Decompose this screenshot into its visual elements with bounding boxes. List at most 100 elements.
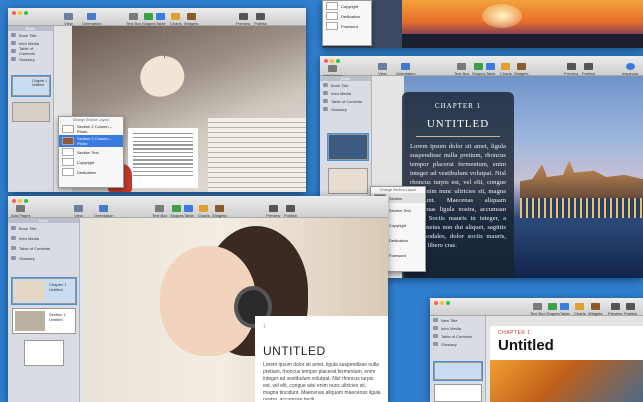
toolbar-button-shapes[interactable]: Shapes (472, 63, 486, 76)
layout-thumbnail (62, 137, 74, 145)
chapter-thumbnail[interactable]: Chapter 1 Untitled (11, 75, 51, 97)
sidebar-item-intro-media[interactable]: Intro Media (320, 89, 371, 97)
popup-item[interactable]: Dedication (323, 11, 371, 21)
toolbar-button-preview[interactable]: Preview (236, 13, 250, 26)
page-body: Lorem ipsum dolor sit amet, ligula suspe… (263, 362, 381, 400)
page-title: UNTITLED (263, 344, 326, 358)
toolbar-button-table[interactable]: Table (486, 63, 496, 76)
toolbar-button-table[interactable]: Table (156, 13, 166, 26)
sidebar-item-toc[interactable]: Table of Contents (430, 332, 485, 340)
toolbar-button-shapes[interactable]: Shapes (142, 13, 156, 26)
chapter-thumbnail[interactable]: Chapter 1 Untitled (11, 277, 77, 305)
chapter-thumbnail[interactable] (433, 361, 483, 381)
sidebar-item-glossary[interactable]: Glossary (8, 55, 53, 63)
toolbar-button-add-pages[interactable]: Add Pages (11, 205, 31, 218)
popup-item[interactable]: Dedication (59, 167, 123, 177)
window-ibooks-author-1: View Orientation Text Box Shapes Table C… (8, 8, 306, 192)
section-thumbnail[interactable] (328, 168, 368, 194)
toolbar-button-shapes[interactable]: Shapes (546, 303, 560, 316)
window-controls (324, 59, 340, 63)
toolbar-button-orientation[interactable]: Orientation (82, 13, 102, 26)
sidebar-item-intro-media[interactable]: Intro Media (430, 324, 485, 332)
chapter-thumbnail[interactable] (327, 133, 369, 161)
toolbar-button-view[interactable]: View (64, 13, 73, 26)
toolbar-button-charts[interactable]: Charts (198, 205, 210, 218)
book-sidebar: Book Book Title Intro Media Table of Con… (8, 218, 80, 402)
glossary-icon (11, 256, 16, 260)
toolbar-button-publish[interactable]: Publish (624, 303, 637, 316)
media-icon (11, 41, 16, 45)
media-icon (433, 326, 438, 330)
popup-item[interactable]: Foreword (323, 21, 371, 31)
toolbar-button-orientation[interactable]: Orientation (396, 63, 416, 76)
sidebar-item-intro-media[interactable]: Intro Media (8, 233, 79, 243)
media-icon (323, 91, 328, 95)
popup-item[interactable]: Section 2 Column – Photo (59, 123, 123, 135)
view-icon (64, 13, 73, 20)
toolbar-button-text-box[interactable]: Text Box (152, 205, 167, 218)
section-thumbnail[interactable] (12, 102, 50, 122)
city-silhouette (402, 34, 643, 48)
sidebar-item-new-title[interactable]: New Title (430, 316, 485, 324)
toolbar-button-text-box[interactable]: Text Box (454, 63, 469, 76)
toolbar-button-view[interactable]: View (378, 63, 387, 76)
toolbar-button-widgets[interactable]: Widgets (514, 63, 528, 76)
toolbar-button-view[interactable]: View (74, 205, 83, 218)
toolbar-button-publish[interactable]: Publish (254, 13, 267, 26)
toolbar-button-publish[interactable]: Publish (284, 205, 297, 218)
sidebar-item-toc[interactable]: Table of Contents (8, 46, 53, 56)
popup-item[interactable]: Copyright (59, 157, 123, 167)
toolbar-button-preview[interactable]: Preview (564, 63, 578, 76)
sidebar-item-toc[interactable]: Table of Contents (320, 97, 371, 105)
media-icon (11, 236, 16, 240)
toolbar-button-charts[interactable]: Charts (170, 13, 182, 26)
sidebar-item-book-title[interactable]: Book Title (320, 81, 371, 89)
preview-icon (610, 303, 620, 310)
page-panel: 1 UNTITLED Lorem ipsum dolor sit amet, l… (255, 316, 388, 402)
toolbar-button-text-box[interactable]: Text Box (530, 303, 545, 316)
section-thumbnail[interactable] (434, 384, 482, 402)
preview-icon (268, 205, 278, 212)
toolbar: Add Pages View Orientation Text Box Shap… (8, 196, 388, 218)
toolbar-button-text-box[interactable]: Text Box (126, 13, 141, 26)
toolbar-button-shapes[interactable]: Shapes (170, 205, 184, 218)
page-thumbnail[interactable] (24, 340, 64, 366)
popup-item-label: Copyright (341, 3, 359, 9)
toolbar: Add Pages View Orientation Text Box Shap… (320, 56, 643, 78)
toolbar-button-table[interactable]: Table (184, 205, 194, 218)
sidebar-item-glossary[interactable]: Glossary (320, 105, 371, 113)
sidebar-item-book-title[interactable]: Book Title (8, 223, 79, 233)
layout-thumbnail (62, 148, 74, 156)
string-line (164, 26, 165, 58)
popup-item-label: Dedication (341, 13, 360, 19)
table-icon (184, 205, 194, 212)
layout-thumbnail (326, 22, 338, 30)
popup-item[interactable]: Copyright (323, 1, 371, 11)
toolbar-button-widgets[interactable]: Widgets (212, 205, 226, 218)
sidebar-item-glossary[interactable]: Glossary (8, 253, 79, 263)
toolbar-button-orientation[interactable]: Orientation (94, 205, 114, 218)
popup-item-selected[interactable]: Section 2 Column – Photo (59, 135, 123, 147)
shapes-icon (172, 205, 182, 212)
popup-item[interactable]: Section Text (59, 147, 123, 157)
toolbar-button-widgets[interactable]: Widgets (184, 13, 198, 26)
toolbar-button-charts[interactable]: Charts (574, 303, 586, 316)
page-text-column (128, 128, 198, 188)
toolbar-button-inspector[interactable]: Inspector (622, 63, 638, 76)
toc-icon (11, 49, 16, 53)
toolbar-button-preview[interactable]: Preview (266, 205, 280, 218)
toolbar-button-publish[interactable]: Publish (582, 63, 595, 76)
section-layout-popup: Copyright Dedication Foreword (322, 0, 372, 46)
toolbar-button-preview[interactable]: Preview (608, 303, 622, 316)
sidebar-item-glossary[interactable]: Glossary (430, 340, 485, 348)
text-box-icon (155, 205, 165, 212)
section-thumbnail[interactable]: Section 1 Untitled (12, 308, 76, 334)
sidebar-item-toc[interactable]: Table of Contents (8, 243, 79, 253)
sidebar-item-book-title[interactable]: Book Title (8, 31, 53, 39)
view-icon (378, 63, 387, 70)
glossary-icon (323, 107, 328, 111)
toolbar-button-widgets[interactable]: Widgets (588, 303, 602, 316)
publish-icon (584, 63, 594, 70)
toolbar-button-charts[interactable]: Charts (500, 63, 512, 76)
toolbar-button-table[interactable]: Table (560, 303, 570, 316)
